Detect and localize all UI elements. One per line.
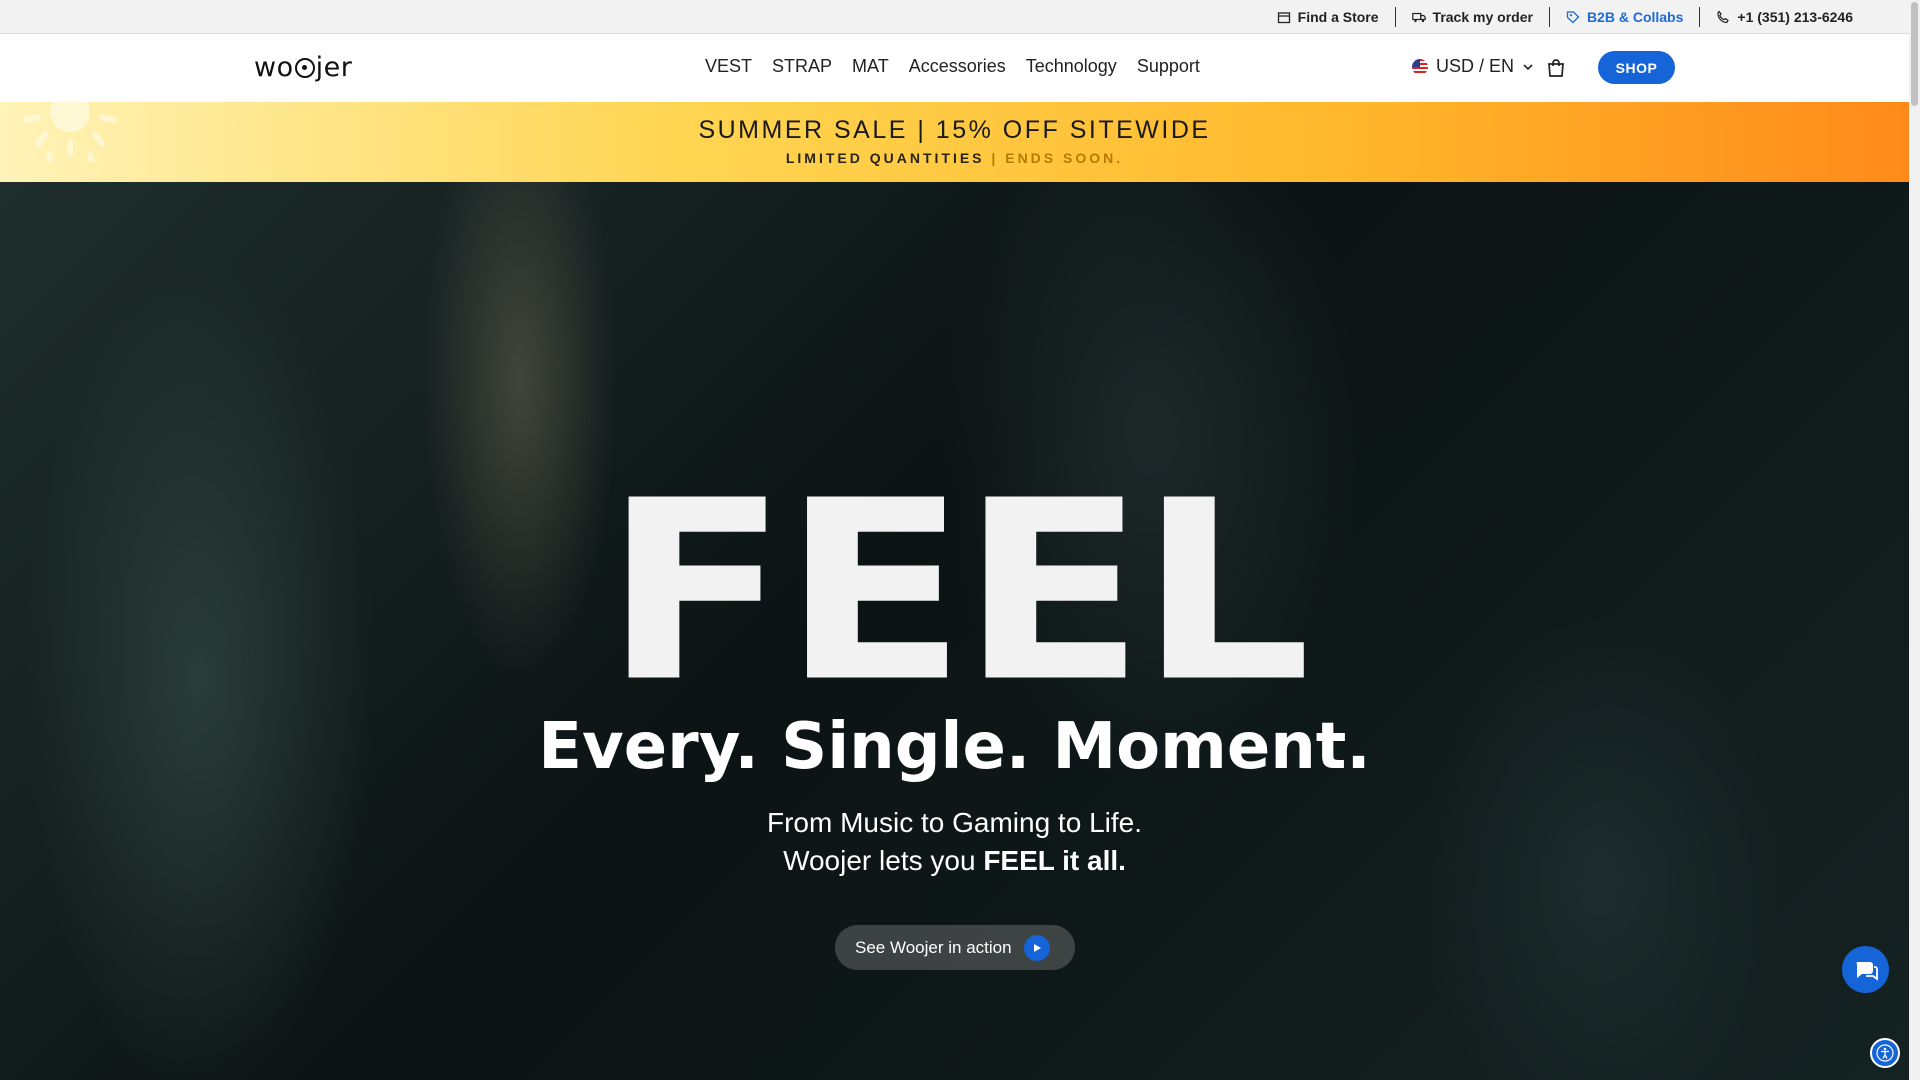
sale-sub-limited: LIMITED QUANTITIES xyxy=(785,150,985,166)
accessibility-button[interactable] xyxy=(1870,1038,1900,1068)
chevron-down-icon xyxy=(1523,63,1533,70)
shop-button[interactable]: SHOP xyxy=(1598,51,1675,84)
nav-technology[interactable]: Technology xyxy=(1026,56,1117,77)
accessibility-icon xyxy=(1876,1044,1894,1062)
hero-line-2: Woojer lets you FEEL it all. xyxy=(0,842,1909,880)
locale-selector[interactable]: USD / EN xyxy=(1412,56,1534,77)
phone-icon xyxy=(1717,10,1730,23)
play-icon xyxy=(1023,934,1050,961)
b2b-link[interactable]: B2B & Collabs xyxy=(1550,7,1699,27)
see-in-action-button[interactable]: See Woojer in action xyxy=(835,925,1075,970)
sale-banner[interactable]: SUMMER SALE | 15% OFF SITEWIDE LIMITED Q… xyxy=(0,102,1909,182)
logo-text-start: wo xyxy=(254,52,294,83)
b2b-label: B2B & Collabs xyxy=(1586,8,1684,25)
utility-bar: Find a Store Track my order B2B & Collab… xyxy=(0,0,1909,34)
main-header: wo jer VEST STRAP MAT Accessories Technol… xyxy=(0,34,1909,102)
sale-sub-sep: | xyxy=(984,150,1006,166)
hero-line-1: From Music to Gaming to Life. xyxy=(766,807,1142,838)
see-in-action-label: See Woojer in action xyxy=(855,937,1012,957)
store-icon xyxy=(1277,11,1290,23)
tag-icon xyxy=(1566,10,1580,23)
hero-line-2-bold: FEEL it all. xyxy=(983,845,1126,876)
chat-button[interactable] xyxy=(1842,946,1889,993)
hero-headline: Every. Single. Moment. xyxy=(538,710,1371,784)
scrollbar[interactable] xyxy=(1909,0,1920,1080)
phone-number: +1 (351) 213-6246 xyxy=(1737,8,1853,25)
track-order-label: Track my order xyxy=(1432,8,1533,25)
us-flag-icon xyxy=(1412,58,1428,75)
woojer-logo[interactable]: wo jer xyxy=(254,52,352,83)
hero-big-word: FEEL xyxy=(603,446,1311,737)
find-store-label: Find a Store xyxy=(1297,8,1379,25)
scrollbar-thumb[interactable] xyxy=(1911,2,1918,106)
hero-subtext: From Music to Gaming to Life. Woojer let… xyxy=(0,804,1909,880)
nav-strap[interactable]: STRAP xyxy=(772,56,832,77)
logo-dot-o xyxy=(294,58,315,78)
nav-mat[interactable]: MAT xyxy=(852,56,889,77)
sale-title: SUMMER SALE | 15% OFF SITEWIDE xyxy=(698,116,1211,144)
track-order-link[interactable]: Track my order xyxy=(1396,7,1549,27)
find-store-link[interactable]: Find a Store xyxy=(1261,7,1395,27)
sale-subtitle: LIMITED QUANTITIES | ENDS SOON. xyxy=(0,150,1909,166)
phone-link[interactable]: +1 (351) 213-6246 xyxy=(1700,7,1869,27)
logo-text-end: jer xyxy=(315,52,353,83)
nav-accessories[interactable]: Accessories xyxy=(909,56,1006,77)
nav-vest[interactable]: VEST xyxy=(705,56,752,77)
hero-section: FEEL Every. Single. Moment. From Music t… xyxy=(0,182,1909,1080)
chat-icon xyxy=(1856,961,1878,981)
main-nav: VEST STRAP MAT Accessories Technology Su… xyxy=(705,56,1200,77)
hero-line-2-text: Woojer lets you xyxy=(783,845,984,876)
cart-icon[interactable] xyxy=(1546,58,1566,78)
truck-icon xyxy=(1411,12,1426,22)
locale-label: USD / EN xyxy=(1436,56,1515,76)
sale-sub-ends: ENDS SOON. xyxy=(1005,150,1124,166)
nav-support[interactable]: Support xyxy=(1137,56,1200,77)
